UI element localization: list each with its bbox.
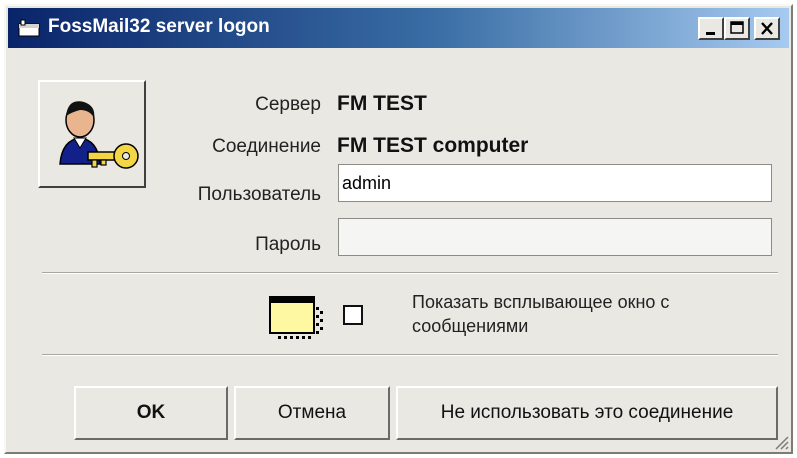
maximize-button[interactable] (724, 17, 750, 40)
user-key-icon (59, 101, 139, 169)
password-input[interactable] (338, 218, 772, 256)
connection-label: Соединение (212, 136, 321, 157)
popup-window-icon (269, 296, 323, 339)
cancel-button[interactable]: Отмена (234, 386, 390, 440)
user-label: Пользователь (197, 184, 321, 205)
connection-value: FM TEST computer (337, 134, 529, 157)
separator-bottom (42, 354, 778, 356)
skip-connection-button[interactable]: Не использовать это соединение (396, 386, 778, 440)
app-icon (18, 19, 40, 37)
close-button[interactable] (754, 17, 780, 40)
user-key-button[interactable] (38, 80, 146, 188)
ok-button[interactable]: OK (74, 386, 228, 440)
separator-top (42, 272, 778, 274)
password-label: Пароль (255, 234, 321, 255)
user-input[interactable] (338, 164, 772, 202)
minimize-icon (706, 32, 715, 35)
close-icon (761, 22, 773, 35)
show-popup-checkbox[interactable] (343, 305, 363, 325)
server-label: Сервер (255, 94, 321, 115)
server-value: FM TEST (337, 92, 427, 115)
maximize-icon (730, 21, 744, 34)
show-popup-label: Показать всплывающее окно с сообщениями (412, 292, 670, 336)
title-bar[interactable]: FossMail32 server logon (8, 8, 789, 48)
window-title: FossMail32 server logon (48, 16, 270, 37)
logon-dialog: FossMail32 server logon Сервер FM TEST С… (4, 4, 793, 454)
minimize-button[interactable] (698, 17, 724, 40)
resize-grip-icon[interactable] (771, 432, 789, 450)
